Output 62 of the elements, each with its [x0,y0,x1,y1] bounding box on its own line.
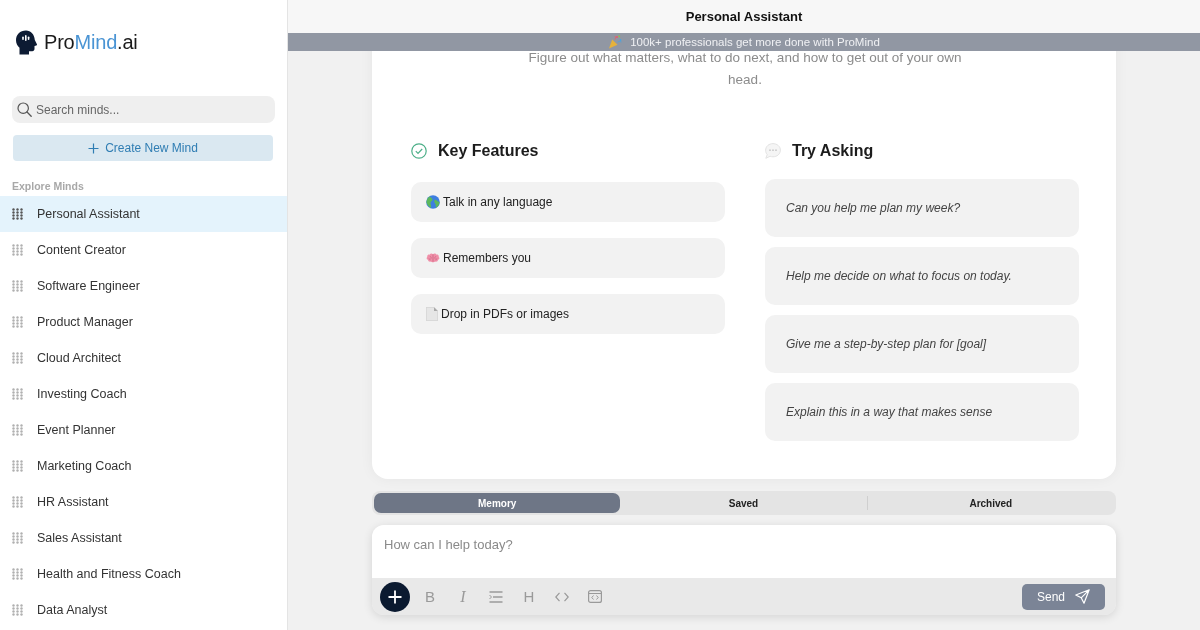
sidebar-item[interactable]: Marketing Coach [0,448,287,484]
grip-icon [12,496,23,508]
grip-icon [12,208,23,220]
chat-bubble-icon [765,143,781,159]
prompt-suggestion[interactable]: Help me decide on what to focus on today. [765,247,1079,305]
send-icon [1075,589,1090,604]
search-icon [17,102,32,117]
head-icon [15,30,39,55]
grip-icon [12,244,23,256]
section-title: Try Asking [792,142,874,160]
sidebar-item[interactable]: Cloud Architect [0,340,287,376]
sidebar-item[interactable]: Investing Coach [0,376,287,412]
prompt-suggestion[interactable]: Explain this in a way that makes sense [765,383,1079,441]
create-mind-button[interactable]: Create New Mind [13,135,273,161]
feature-label: Remembers you [443,251,532,265]
sidebar-item[interactable]: HR Assistant [0,484,287,520]
sidebar-item[interactable]: Content Creator [0,232,287,268]
plus-icon [388,589,402,604]
send-button[interactable]: Send [1022,583,1105,610]
prompt-suggestion[interactable]: Give me a step-by-step plan for [goal] [765,315,1079,373]
sidebar-item[interactable]: Product Manager [0,304,287,340]
grip-icon [12,280,23,292]
plus-icon [88,142,100,154]
sidebar-item[interactable]: Sales Assistant [0,520,287,556]
grip-icon [12,424,23,436]
intro-text: Figure out what matters, what to do next, and how to get out of your own head. [527,49,963,89]
grip-icon [12,532,23,544]
sidebar-item[interactable]: Health and Fitness Coach [0,556,287,592]
section-label: Explore Minds [12,179,85,193]
document-icon [426,307,438,321]
grip-icon [12,568,23,580]
feature-label: Talk in any language [443,195,553,209]
grip-icon [12,604,23,616]
grip-icon [12,316,23,328]
add-button[interactable] [380,581,410,612]
page-title: Personal Assistant [685,9,803,24]
grip-icon [12,388,23,400]
section-title: Key Features [438,142,539,160]
code-icon [555,591,569,602]
tab[interactable]: Saved [620,493,867,513]
sidebar-item[interactable]: Software Engineer [0,268,287,304]
globe-icon [426,195,440,209]
prompt-suggestion[interactable]: Can you help me plan my week? [765,179,1079,237]
sidebar-item[interactable]: Personal Assistant [0,196,287,232]
tab[interactable]: Memory [374,493,621,513]
grip-icon [12,460,23,472]
logo-text: ProMind.ai [44,30,138,55]
brain-icon [426,253,440,263]
code-block-icon [588,590,602,603]
check-circle-icon [411,143,427,159]
tab[interactable]: Archived [867,493,1114,513]
sidebar-item[interactable]: Data Analyst [0,592,287,628]
banner-text: 100k+ professionals get more done with ProMind [630,36,880,48]
search-input[interactable]: Search minds... [36,100,270,119]
party-popper-icon [608,35,623,49]
sidebar-item[interactable]: Event Planner [0,412,287,448]
message-field[interactable]: How can I help today? [372,525,1116,578]
search-field[interactable]: Search minds... [12,96,275,123]
grip-icon [12,352,23,364]
feature-label: Drop in PDFs or images [441,307,570,321]
list-icon [489,590,503,603]
message-input[interactable]: How can I help today? [384,537,1104,567]
